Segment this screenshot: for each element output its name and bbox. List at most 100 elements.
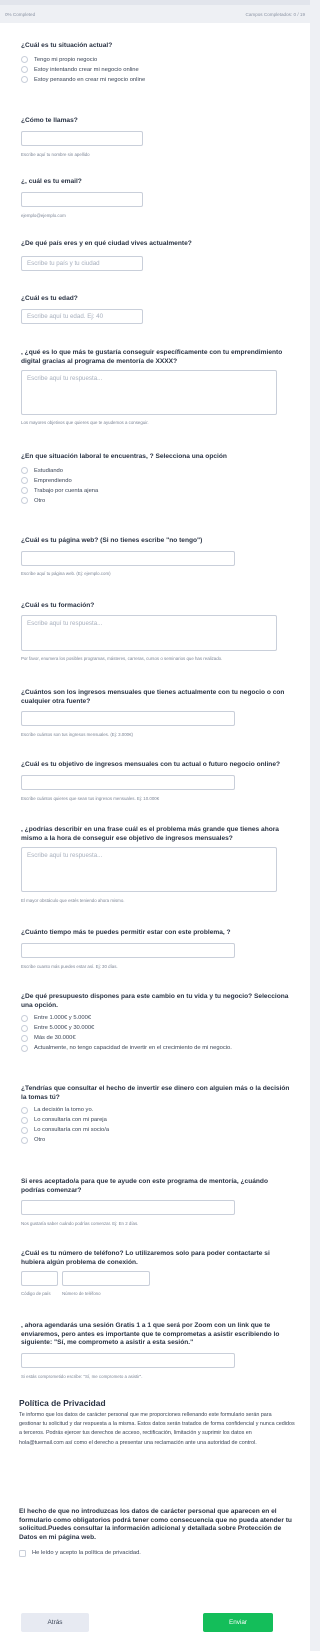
radio-circle-icon[interactable]: [21, 1136, 28, 1144]
radio-circle-icon[interactable]: [21, 497, 28, 505]
question-employment: ¿En que situación laboral te encuentras,…: [21, 453, 293, 506]
question-title: ¿Cómo te llamas?: [21, 117, 78, 124]
radio-circle-icon[interactable]: [21, 66, 28, 74]
submit-button[interactable]: Enviar: [203, 1613, 273, 1632]
age-input[interactable]: [21, 308, 143, 324]
country-code-input[interactable]: [21, 1271, 58, 1287]
question-title: , ¿qué es lo que más te gustaría consegu…: [21, 349, 283, 365]
country-city-input[interactable]: [21, 255, 143, 271]
radio-circle-icon[interactable]: [21, 1116, 28, 1124]
field-hint: Si estás comprometido escribe: "Sí, me c…: [21, 1373, 143, 1379]
radio-circle-icon[interactable]: [21, 467, 28, 475]
fields-completed-count: Campos Completados: 0 / 19: [245, 11, 306, 17]
radio-circle-icon[interactable]: [21, 1044, 28, 1052]
question-commitment: , ahora agendarás una sesión Gratis 1 a …: [21, 1322, 293, 1379]
question-title: ¿Cuál es tu formación?: [21, 602, 95, 609]
radio-circle-icon[interactable]: [21, 477, 28, 485]
field-hint: Los mayores objetivos que quieres que te…: [21, 420, 149, 426]
privacy-notice-section: El hecho de que no introduzcas los datos…: [19, 1508, 295, 1558]
radio-circle-icon[interactable]: [21, 1014, 28, 1022]
question-title: ¿Cuántos son los ingresos mensuales que …: [21, 689, 285, 705]
question-income-goal: ¿Cuál es tu objetivo de ingresos mensual…: [21, 761, 293, 801]
privacy-section: Política de Privacidad Te informo que lo…: [19, 1398, 295, 1448]
radio-option[interactable]: Tengo mi propio negocio: [21, 55, 293, 65]
radio-option[interactable]: Emprendiendo: [21, 476, 293, 486]
radio-option[interactable]: Estoy intentando crear mi negocio online: [21, 65, 293, 75]
phone-number-input[interactable]: [62, 1271, 150, 1287]
commitment-input[interactable]: [21, 1352, 235, 1368]
phone-number-hint: Número de teléfono: [62, 1291, 101, 1297]
radio-option[interactable]: Otro: [21, 496, 293, 506]
option-label: Estoy intentando crear mi negocio online: [34, 66, 139, 73]
radio-option[interactable]: Lo consultaría con mi pareja: [21, 1115, 293, 1125]
problem-textarea[interactable]: [21, 847, 277, 893]
question-title: , ahora agendarás una sesión Gratis 1 a …: [21, 1322, 280, 1347]
question-time-with-problem: ¿Cuánto tiempo más te puedes permitir es…: [21, 929, 293, 969]
field-hint: Escribe cuanto más puedes estar así. Ej:…: [21, 963, 118, 969]
field-hint: Escribe aquí tu nombre sin apellido: [21, 151, 90, 157]
current-income-input[interactable]: [21, 711, 235, 727]
country-code-hint: Código de país: [21, 1291, 51, 1297]
radio-option[interactable]: Lo consultaría con mi socio/a: [21, 1125, 293, 1135]
website-input[interactable]: [21, 550, 235, 566]
radio-group-employment: Estudiando Emprendiendo Trabajo por cuen…: [21, 466, 293, 506]
question-goal: , ¿qué es lo que más te gustaría consegu…: [21, 349, 293, 425]
radio-option[interactable]: Otro: [21, 1135, 293, 1145]
privacy-checkbox-row[interactable]: He leído y acepto la política de privaci…: [19, 1548, 295, 1558]
question-title: ¿Cuál es tu objetivo de ingresos mensual…: [21, 761, 281, 768]
form-page: 0% Completed Campos Completados: 0 / 19 …: [0, 0, 310, 1651]
option-label: Emprendiendo: [34, 477, 72, 484]
radio-circle-icon[interactable]: [21, 1034, 28, 1042]
option-label: Otro: [34, 497, 46, 504]
radio-option[interactable]: Entre 5.000€ y 30.000€: [21, 1023, 293, 1033]
option-label: Lo consultaría con mi pareja: [34, 1117, 107, 1124]
radio-option[interactable]: Estoy pensando en crear mi negocio onlin…: [21, 75, 293, 85]
start-date-input[interactable]: [21, 1200, 235, 1216]
question-email: ¿, cuál es tu email? ejemplo@ejemplo.com: [21, 178, 293, 218]
option-label: Entre 1.000€ y 5.000€: [34, 1015, 92, 1022]
question-title: ¿Cuál es tu página web? (Si no tienes es…: [21, 537, 203, 544]
radio-option[interactable]: Entre 1.000€ y 5.000€: [21, 1013, 293, 1023]
question-country-city: ¿De qué país eres y en qué ciudad vives …: [21, 240, 293, 271]
radio-circle-icon[interactable]: [21, 487, 28, 495]
question-situation: ¿Cuál es tu situación actual? Tengo mi p…: [21, 42, 293, 85]
option-label: Estudiando: [34, 467, 64, 474]
radio-group-situation: Tengo mi propio negocio Estoy intentando…: [21, 55, 293, 85]
privacy-text: Te informo que los datos de carácter per…: [19, 1412, 295, 1446]
radio-circle-icon[interactable]: [21, 1126, 28, 1134]
radio-option[interactable]: Trabajo por cuenta ajena: [21, 486, 293, 496]
question-start-date: Si eres aceptado/a para que te ayude con…: [21, 1178, 293, 1226]
question-biggest-problem: , ¿podrías describir en una frase cuál e…: [21, 826, 293, 903]
option-label: Otro: [34, 1137, 46, 1144]
privacy-notice: El hecho de que no introduzcas los datos…: [19, 1508, 292, 1541]
time-input[interactable]: [21, 942, 235, 958]
name-input[interactable]: [21, 130, 143, 146]
field-hint: ejemplo@ejemplo.com: [21, 212, 66, 218]
goal-textarea[interactable]: [21, 370, 277, 416]
education-textarea[interactable]: [21, 614, 277, 651]
radio-circle-icon[interactable]: [21, 56, 28, 64]
radio-circle-icon[interactable]: [21, 76, 28, 84]
radio-option[interactable]: Actualmente, no tengo capacidad de inver…: [21, 1043, 293, 1053]
income-goal-input[interactable]: [21, 774, 235, 790]
question-title: ¿Cuánto tiempo más te puedes permitir es…: [21, 929, 231, 936]
completion-percent: 0% Completed: [5, 11, 36, 17]
question-title: ¿En que situación laboral te encuentras,…: [21, 453, 227, 460]
question-title: ¿Cuál es tu edad?: [21, 295, 78, 302]
radio-group-budget: Entre 1.000€ y 5.000€ Entre 5.000€ y 30.…: [21, 1013, 293, 1053]
option-label: Más de 30.000€: [34, 1035, 76, 1042]
email-input[interactable]: [21, 191, 143, 207]
checkbox-icon[interactable]: [19, 1549, 26, 1557]
field-hint: Escribe cuántos quieres que sean tus ing…: [21, 795, 160, 801]
option-label: La decisión la tomo yo.: [34, 1107, 94, 1114]
question-title: ¿Cuál es tu número de teléfono? Lo utili…: [21, 1250, 270, 1266]
back-button[interactable]: Atrás: [21, 1613, 89, 1632]
option-label: Tengo mi propio negocio: [34, 56, 98, 63]
radio-option[interactable]: Estudiando: [21, 466, 293, 476]
radio-circle-icon[interactable]: [21, 1024, 28, 1032]
radio-circle-icon[interactable]: [21, 1106, 28, 1114]
radio-option[interactable]: Más de 30.000€: [21, 1033, 293, 1043]
field-hint: Escribe cuántos son tus ingresos mensual…: [21, 732, 134, 738]
radio-option[interactable]: La decisión la tomo yo.: [21, 1105, 293, 1115]
question-name: ¿Cómo te llamas? Escribe aquí tu nombre …: [21, 117, 293, 157]
